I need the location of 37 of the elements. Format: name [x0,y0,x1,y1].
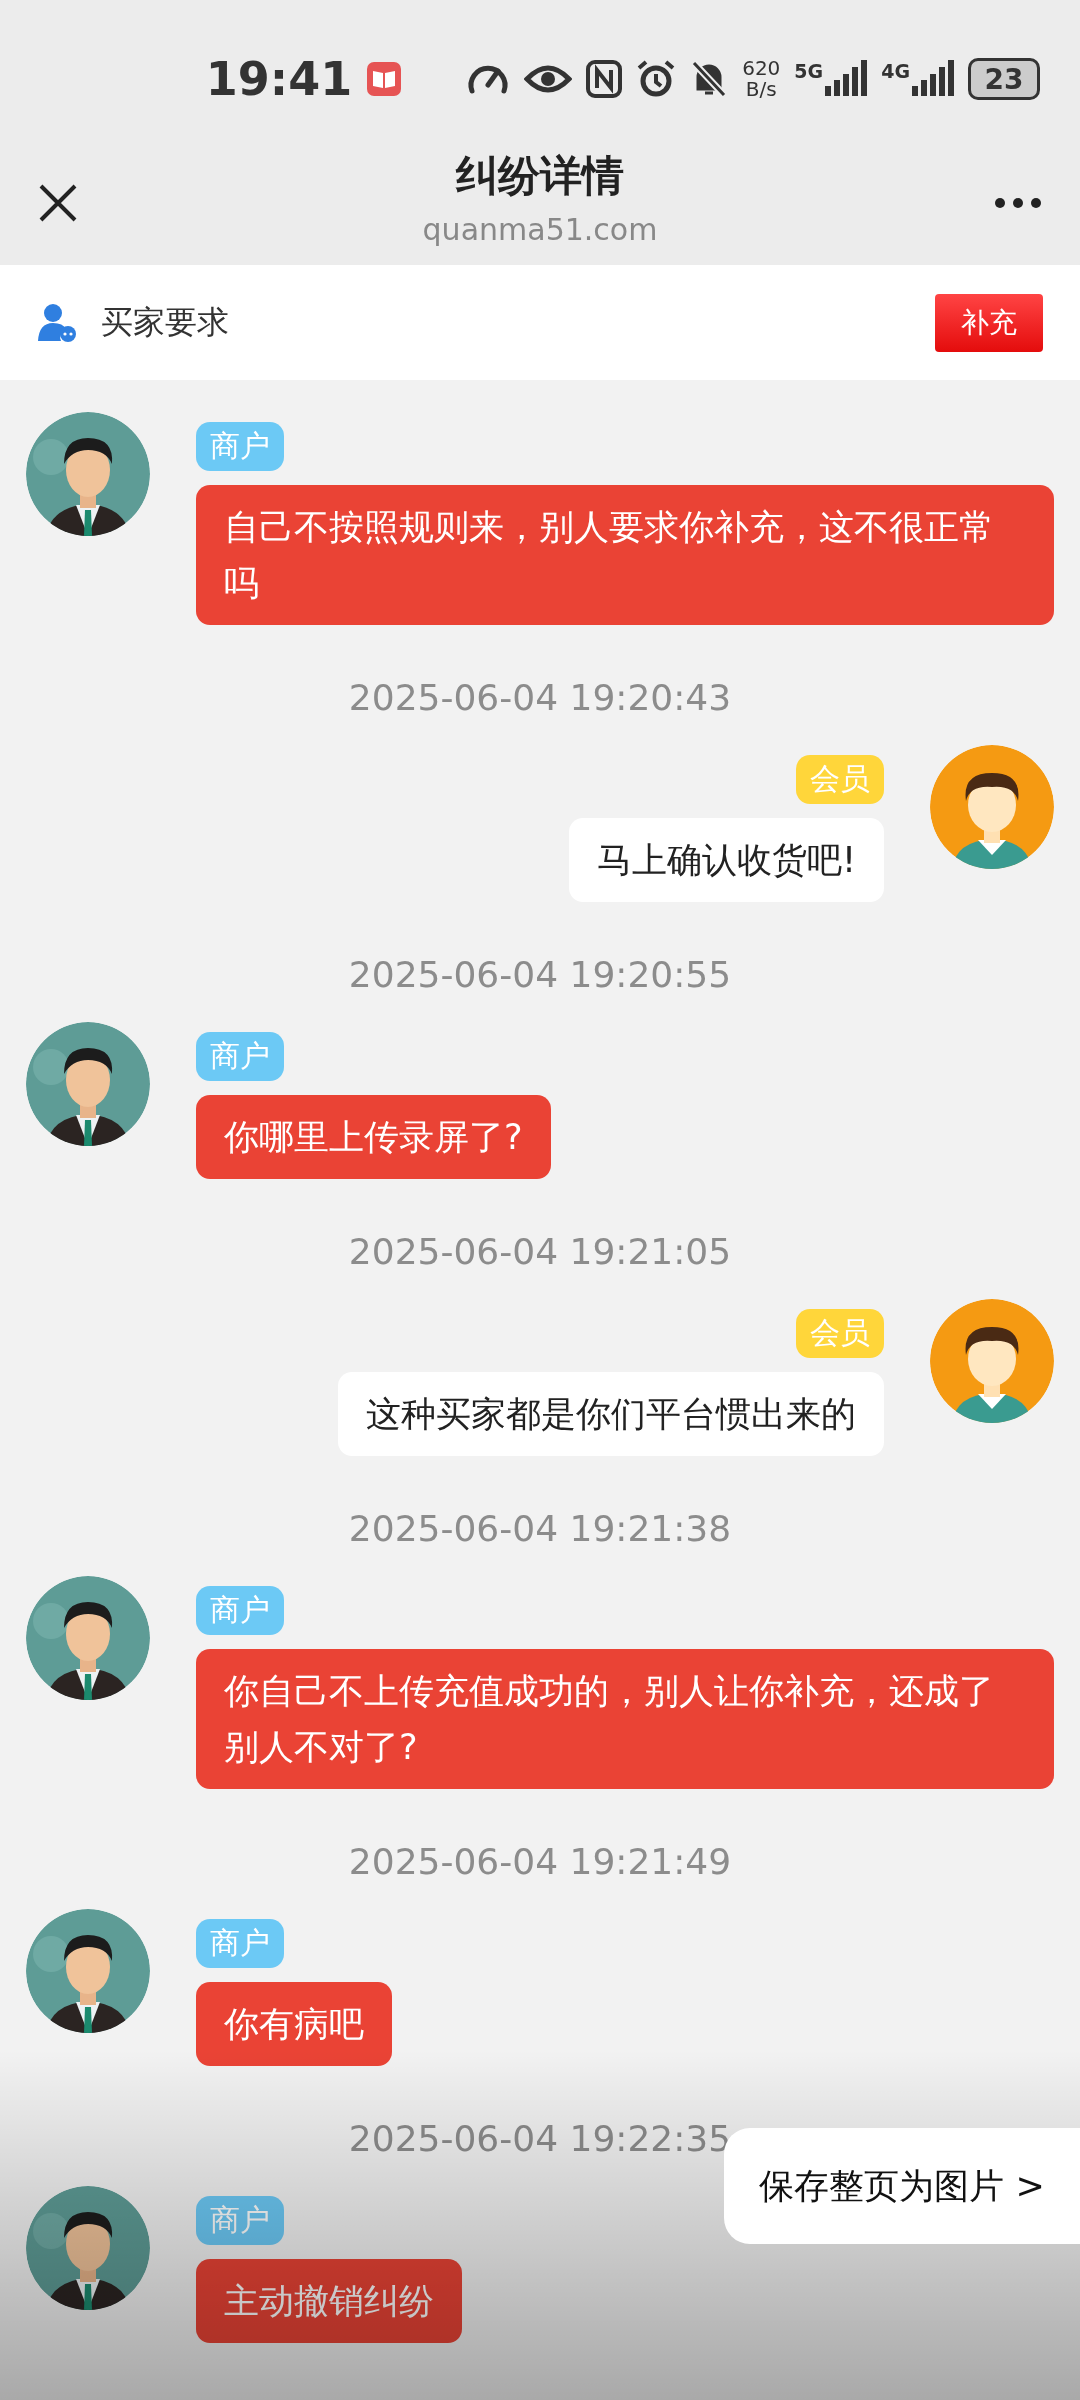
network-type: 5G [794,60,824,82]
message-time: 2025-06-04 19:20:55 [347,953,733,997]
role-tag: 商户 [196,1919,284,1968]
message-time: 2025-06-04 19:20:43 [347,676,733,720]
user-icon [37,302,77,343]
message-bubble: 马上确认收货吧! [568,818,884,902]
message-bubble: 这种买家都是你们平台惯出来的 [338,1372,884,1456]
role-tag: 商户 [196,2196,284,2245]
request-label: 买家要求 [101,301,229,343]
nfc-icon [586,60,623,98]
message-bubble: 你自己不上传充值成功的，别人让你补充，还成了别人不对了? [196,1649,1054,1789]
more-icon[interactable] [994,196,1042,209]
page-url: quanma51.com [422,212,658,247]
role-tag: 会员 [796,1309,884,1358]
role-tag: 会员 [796,755,884,804]
message-bubble: 你有病吧 [196,1982,392,2066]
signal-icon [912,60,954,98]
eye-icon [524,63,573,95]
battery-indicator: 23 [968,58,1040,100]
message-time: 2025-06-04 19:21:49 [347,1840,733,1884]
message-bubble: 主动撤销纠纷 [196,2259,462,2343]
role-tag: 商户 [196,1586,284,1635]
close-icon[interactable] [38,182,78,223]
supplement-button[interactable]: 补充 [935,293,1043,352]
message-time: 2025-06-04 19:21:38 [347,1507,733,1551]
signal-icon [825,60,868,98]
book-icon [366,61,403,97]
status-time: 19:41 [205,52,353,106]
message-bubble: 你哪里上传录屏了? [196,1095,551,1179]
alarm-icon [636,59,677,99]
message-time: 2025-06-04 19:21:05 [347,1230,733,1274]
network-type: 4G [881,60,910,82]
page-title: 纠纷详情 [456,150,624,202]
role-tag: 商户 [196,422,284,471]
role-tag: 商户 [196,1032,284,1081]
message-bubble: 自己不按照规则来，别人要求你补充，这不很正常吗 [196,485,1054,625]
network-speed: 620 B/s [742,58,781,100]
